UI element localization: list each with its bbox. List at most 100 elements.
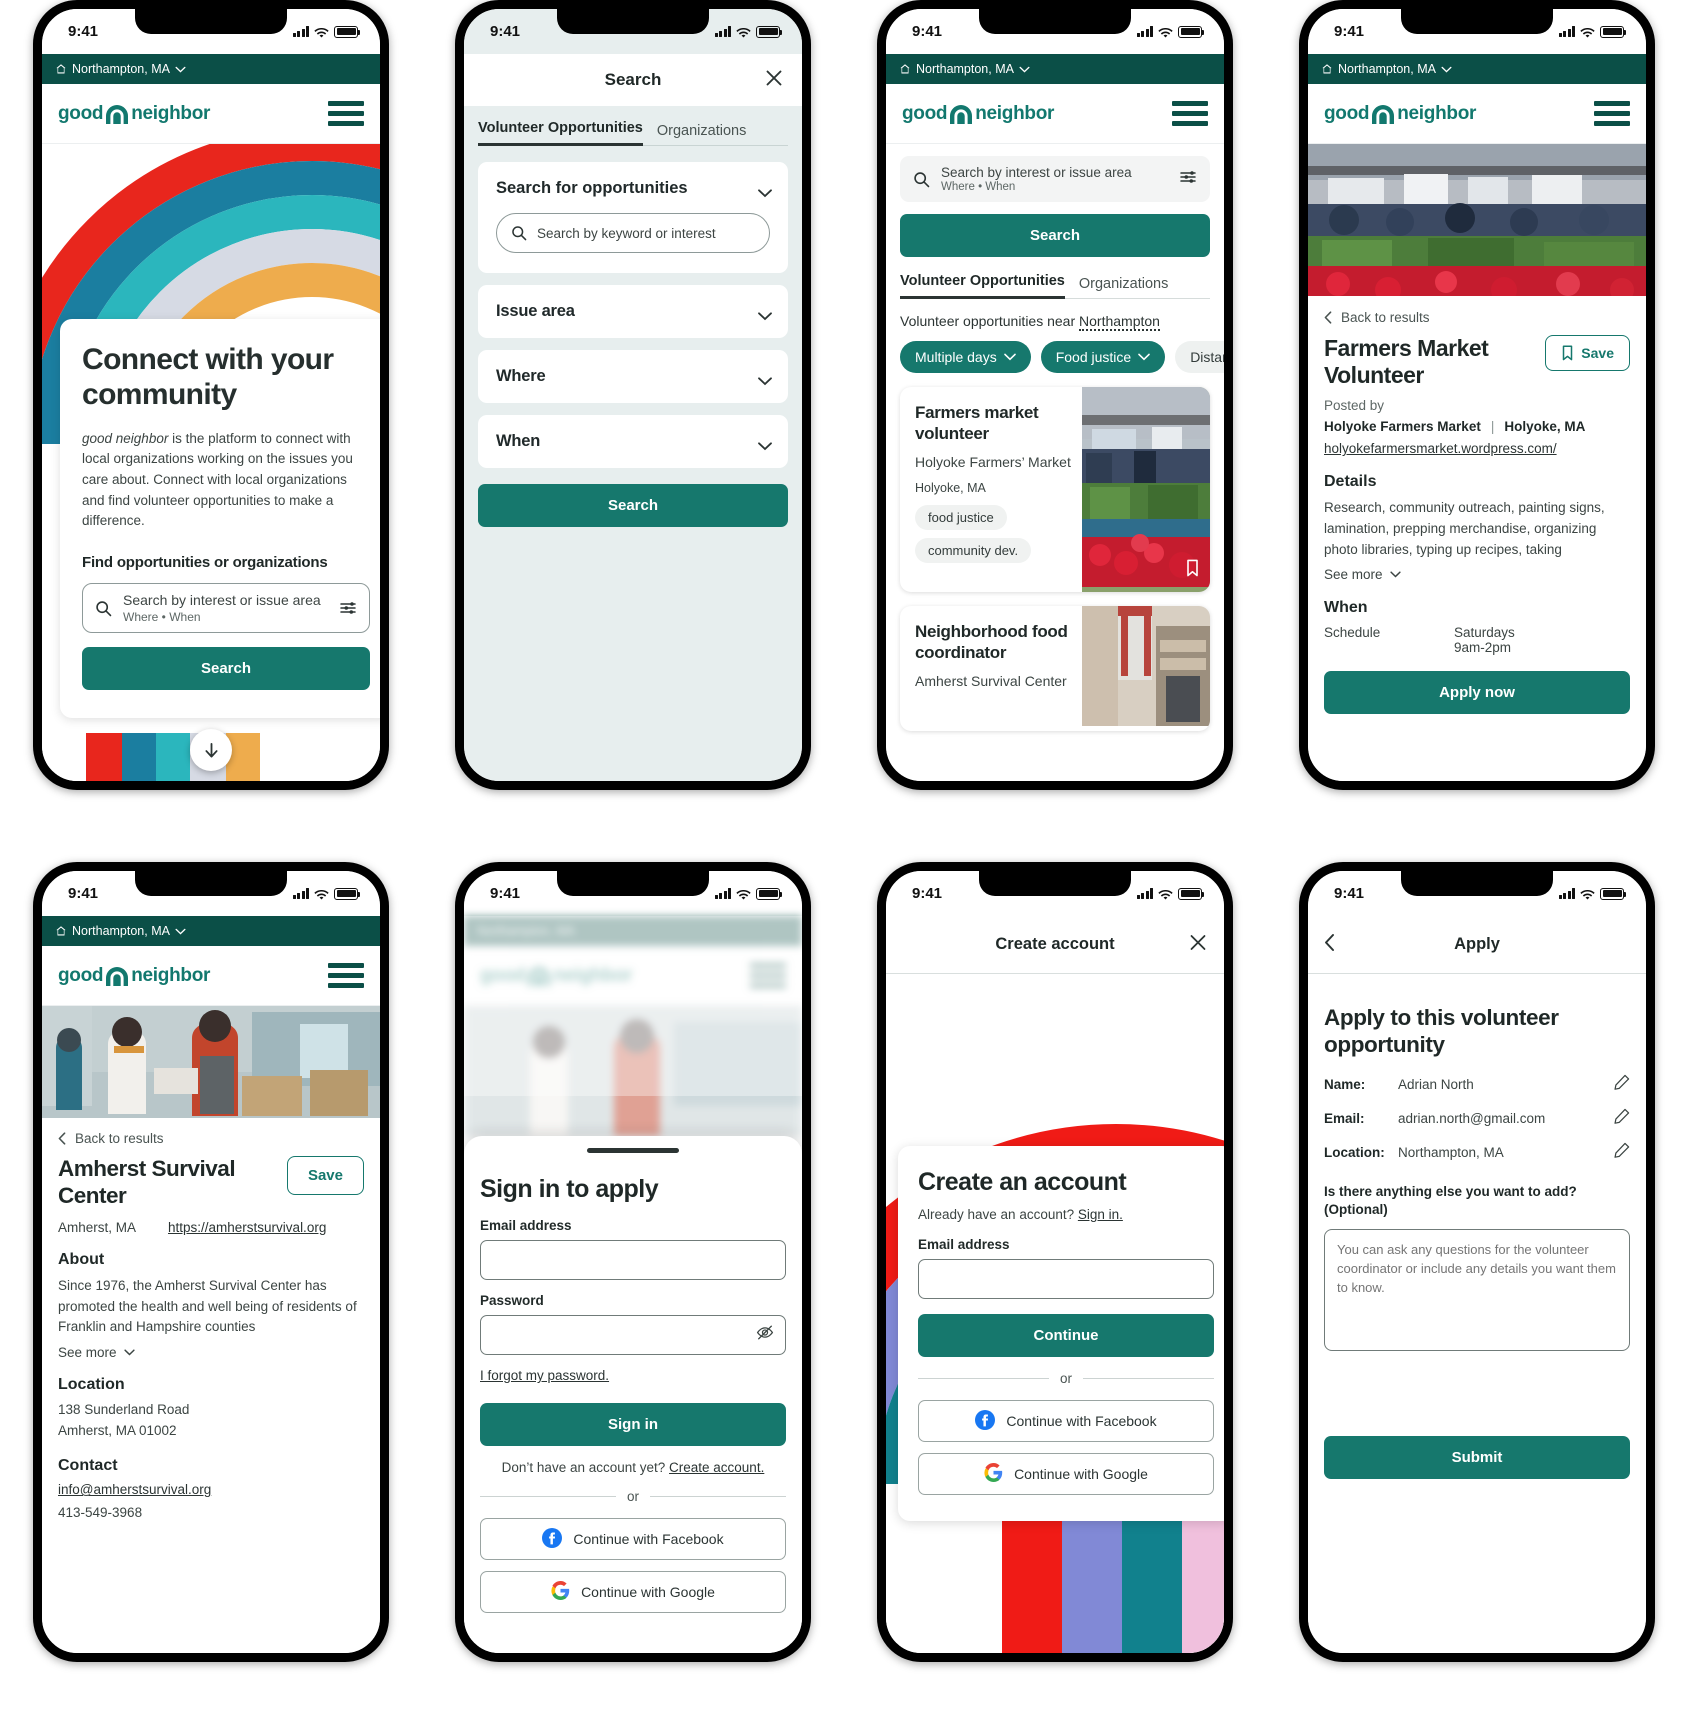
status-time: 9:41 [912, 885, 943, 902]
sign-in-button[interactable]: Sign in [480, 1403, 786, 1446]
forgot-password-link[interactable]: I forgot my password. [480, 1368, 609, 1383]
card-place: Holyoke, MA [915, 480, 986, 495]
search-input[interactable]: Search by interest or issue area Where •… [900, 156, 1210, 202]
org-url-link[interactable]: holyokefarmersmarket.wordpress.com/ [1324, 441, 1630, 456]
tab-volunteer-opportunities[interactable]: Volunteer Opportunities [900, 273, 1065, 299]
chevron-down-icon [175, 924, 186, 938]
back-to-results-link[interactable]: Back to results [1324, 310, 1630, 325]
menu-icon[interactable] [328, 101, 364, 126]
chevron-down-icon[interactable] [758, 373, 772, 385]
menu-icon[interactable] [1172, 101, 1208, 126]
result-card-neighborhood-food[interactable]: Neighborhood food coordinator Amherst Su… [900, 606, 1210, 731]
app-bar: good neighbor [1308, 84, 1646, 144]
chevron-left-icon [1324, 311, 1332, 324]
logo[interactable]: good neighbor [58, 965, 210, 987]
location-bar[interactable]: Northampton, MA [1308, 54, 1646, 84]
location-label: Northampton, MA [72, 924, 170, 938]
logo-word-neighbor: neighbor [975, 102, 1055, 124]
sheet-handle[interactable] [587, 1148, 679, 1153]
field-row-location: Location: Northampton, MA [1324, 1142, 1630, 1163]
tab-organizations[interactable]: Organizations [657, 123, 746, 146]
logo-word-good: good [58, 964, 104, 986]
location-bar[interactable]: Northampton, MA [42, 54, 380, 84]
bookmark-icon[interactable] [1185, 559, 1200, 582]
logo[interactable]: good neighbor [902, 103, 1054, 125]
results-heading-prefix: Volunteer opportunities near [900, 313, 1080, 329]
menu-icon[interactable] [1594, 101, 1630, 126]
accordion-search-opportunities[interactable]: Search for opportunities Search by keywo… [478, 162, 788, 273]
location-bar[interactable]: Northampton, MA [42, 916, 380, 946]
screens-grid: 9:41 Northampton, MA good neighbor Conne… [0, 0, 1688, 1724]
accordion-issue-area[interactable]: Issue area [478, 285, 788, 338]
logo[interactable]: good neighbor good neighbor [58, 103, 210, 125]
filter-chip-distance[interactable]: Distance [1175, 341, 1224, 373]
results-heading-place[interactable]: Northampton [1079, 313, 1160, 331]
search-input[interactable]: Search by interest or issue area Where •… [82, 582, 370, 634]
continue-with-facebook-button[interactable]: Continue with Facebook [480, 1518, 786, 1560]
search-where-when: Where • When [941, 181, 1016, 193]
pencil-icon[interactable] [1614, 1108, 1630, 1129]
org-name: Holyoke Farmers Market [1324, 419, 1481, 435]
save-button[interactable]: Save [1545, 335, 1630, 371]
close-icon[interactable] [764, 68, 784, 93]
chevron-down-icon [1138, 353, 1150, 361]
wifi-icon [1158, 26, 1173, 38]
org-url-link[interactable]: https://amherstsurvival.org [168, 1220, 326, 1235]
search-button[interactable]: Search [82, 647, 370, 691]
pencil-icon[interactable] [1614, 1074, 1630, 1095]
phone-frame-1: 9:41 Northampton, MA good neighbor Conne… [33, 0, 389, 790]
save-button[interactable]: Save [286, 1156, 364, 1195]
additional-info-textarea[interactable] [1324, 1229, 1630, 1352]
submit-button[interactable]: Submit [1324, 1436, 1630, 1480]
chevron-down-icon[interactable] [758, 438, 772, 450]
continue-with-facebook-button[interactable]: Continue with Facebook [918, 1400, 1214, 1442]
home-content: Connect with your community good neighbo… [42, 144, 380, 781]
continue-with-google-button[interactable]: Continue with Google [480, 1571, 786, 1613]
back-to-results-link[interactable]: Back to results [58, 1131, 364, 1146]
create-account-card: Create an account Already have an accoun… [898, 1146, 1224, 1521]
apply-now-button[interactable]: Apply now [1324, 671, 1630, 715]
scroll-down-button[interactable] [190, 729, 232, 771]
chevron-down-icon [1003, 353, 1016, 361]
see-more-toggle[interactable]: See more [58, 1345, 364, 1360]
pencil-icon[interactable] [1614, 1142, 1630, 1163]
logo[interactable]: good neighbor [1324, 103, 1476, 125]
result-card-farmers-market[interactable]: Farmers market volunteer Holyoke Farmers… [900, 387, 1210, 592]
filter-chip-food-justice[interactable]: Food justice [1040, 341, 1166, 373]
tab-organizations[interactable]: Organizations [1079, 276, 1168, 299]
accordion-when[interactable]: When [478, 415, 788, 468]
see-more-toggle[interactable]: See more [1324, 567, 1630, 582]
google-label: Continue with Google [581, 1584, 715, 1600]
search-button[interactable]: Search [478, 484, 788, 527]
chevron-down-icon[interactable] [758, 185, 772, 197]
eye-off-icon[interactable] [756, 1324, 774, 1347]
filter-icon[interactable] [1179, 168, 1197, 191]
create-account-link[interactable]: Create account. [669, 1460, 764, 1475]
sign-in-link[interactable]: Sign in. [1078, 1207, 1123, 1222]
filter-chip-multiple-days[interactable]: Multiple days [900, 341, 1031, 373]
email-field[interactable] [918, 1259, 1214, 1299]
field-row-name: Name: Adrian North [1324, 1074, 1630, 1095]
chevron-down-icon[interactable] [758, 308, 772, 320]
email-field[interactable] [480, 1240, 786, 1280]
filter-icon[interactable] [339, 599, 357, 617]
contact-email-link[interactable]: info@amherstsurvival.org [58, 1482, 364, 1497]
password-field[interactable] [480, 1315, 786, 1355]
or-label: or [1060, 1371, 1073, 1386]
tab-volunteer-opportunities[interactable]: Volunteer Opportunities [478, 120, 643, 146]
search-panel-header: Search [464, 54, 802, 106]
keyword-search-input[interactable]: Search by keyword or interest [496, 213, 770, 253]
page-title: Farmers Market Volunteer [1324, 335, 1489, 389]
menu-icon[interactable] [328, 963, 364, 988]
location-bar[interactable]: Northampton, MA [886, 54, 1224, 84]
hero-image [1308, 144, 1646, 296]
continue-with-google-button[interactable]: Continue with Google [918, 1453, 1214, 1495]
accordion-where[interactable]: Where [478, 350, 788, 403]
close-icon[interactable] [1188, 932, 1208, 957]
facebook-icon [975, 1409, 996, 1433]
wifi-icon [736, 26, 751, 38]
chevron-left-icon[interactable] [1324, 933, 1335, 956]
search-button[interactable]: Search [900, 214, 1210, 257]
continue-button[interactable]: Continue [918, 1314, 1214, 1357]
home-icon [55, 63, 67, 75]
